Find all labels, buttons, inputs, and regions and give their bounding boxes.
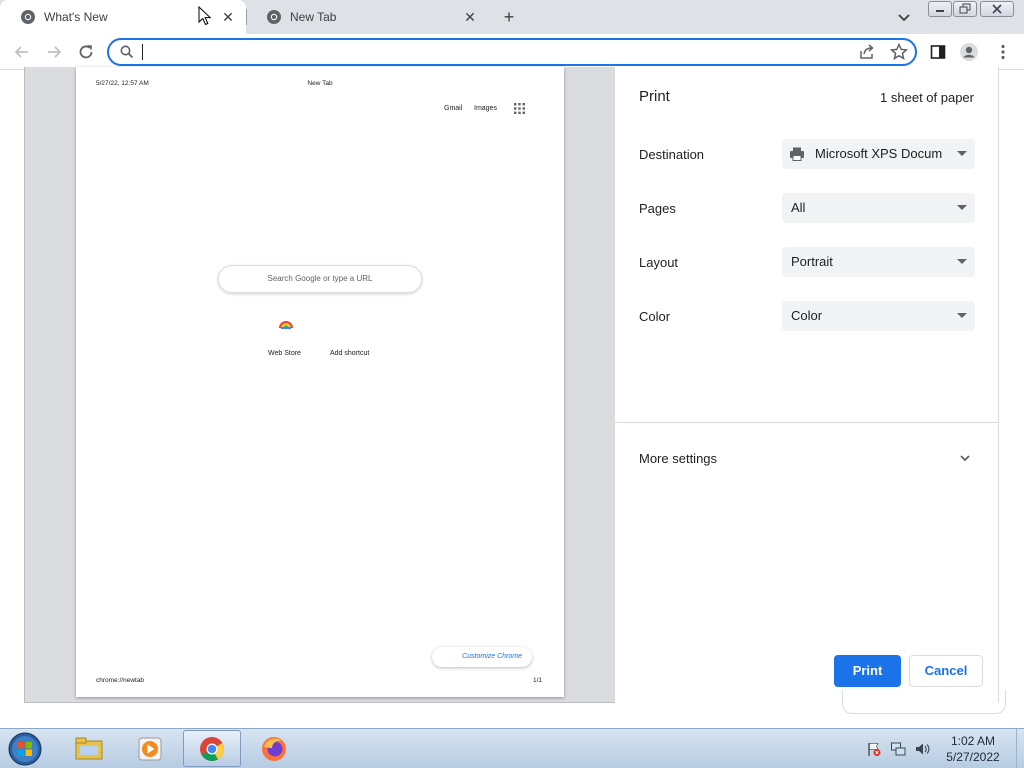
- dropdown-arrow-icon: [957, 259, 967, 264]
- color-select[interactable]: Color: [782, 301, 975, 331]
- destination-value: Microsoft XPS Docum: [815, 146, 943, 161]
- windows-taskbar: 1:02 AM 5/27/2022: [0, 728, 1024, 768]
- destination-select[interactable]: Microsoft XPS Docum: [782, 139, 975, 169]
- close-tab-icon[interactable]: ✕: [220, 9, 236, 25]
- layout-value: Portrait: [791, 254, 833, 269]
- chevron-down-icon: [960, 455, 970, 462]
- print-button[interactable]: Print: [834, 655, 901, 687]
- side-panel-icon[interactable]: [928, 42, 948, 62]
- pages-label: Pages: [639, 201, 676, 216]
- profile-avatar-icon[interactable]: [959, 42, 979, 62]
- firefox-icon: [262, 736, 286, 761]
- action-center-flag-icon[interactable]: [866, 741, 882, 757]
- tab-new-tab[interactable]: New Tab ✕: [246, 0, 488, 34]
- dropdown-arrow-icon: [957, 313, 967, 318]
- kebab-menu-icon[interactable]: [993, 42, 1013, 62]
- preview-header-date: 5/27/22, 12:57 AM: [96, 80, 149, 87]
- media-player-icon: [138, 737, 162, 760]
- print-preview-area: 5/27/22, 12:57 AM New Tab Gmail Images S…: [24, 67, 615, 703]
- printer-icon: [790, 147, 804, 161]
- window-restore-button[interactable]: [953, 1, 977, 17]
- divider: [615, 422, 999, 423]
- destination-label: Destination: [639, 147, 705, 162]
- volume-speaker-icon[interactable]: [914, 741, 930, 757]
- preview-footer-page-number: 1/1: [533, 677, 543, 684]
- close-tab-icon[interactable]: ✕: [462, 9, 478, 25]
- windows-start-orb-icon[interactable]: [4, 730, 46, 768]
- close-window-icon: [992, 4, 1002, 14]
- print-title: Print: [639, 88, 670, 105]
- file-explorer-icon: [75, 737, 103, 759]
- layout-select[interactable]: Portrait: [782, 247, 975, 277]
- tab-title: New Tab: [290, 10, 337, 24]
- color-value: Color: [791, 308, 823, 323]
- pages-value: All: [791, 200, 806, 215]
- color-label: Color: [639, 309, 671, 324]
- preview-images-link: Images: [474, 105, 497, 112]
- tab-title: What's New: [44, 10, 108, 24]
- address-input[interactable]: [141, 42, 821, 62]
- cancel-button[interactable]: Cancel: [909, 655, 983, 687]
- page-content: 5/27/22, 12:57 AM New Tab Gmail Images S…: [0, 67, 1024, 728]
- taskbar-media-player[interactable]: [121, 730, 179, 767]
- clock-date[interactable]: 5/27/2022: [930, 750, 1016, 764]
- restore-icon: [959, 3, 971, 14]
- clock-time[interactable]: 1:02 AM: [930, 734, 1016, 748]
- text-caret: [142, 44, 143, 60]
- apps-grid-icon: [514, 103, 525, 114]
- search-icon: [120, 45, 134, 59]
- taskbar-chrome[interactable]: [183, 730, 241, 767]
- tab-strip: What's New ✕ New Tab ✕ +: [0, 0, 1024, 34]
- background-popup-outline: [842, 690, 1006, 714]
- webstore-icon: [279, 321, 293, 329]
- tab-search-chevron-icon[interactable]: [895, 8, 913, 26]
- layout-label: Layout: [639, 255, 679, 270]
- show-desktop-button[interactable]: [1016, 729, 1024, 768]
- chrome-icon: [200, 736, 224, 761]
- window-close-button[interactable]: [980, 1, 1014, 17]
- back-arrow-icon[interactable]: [12, 42, 32, 62]
- sheet-count: 1 sheet of paper: [880, 90, 974, 105]
- network-icon[interactable]: [890, 741, 906, 757]
- preview-page: 5/27/22, 12:57 AM New Tab Gmail Images S…: [76, 67, 564, 697]
- minimize-icon: [936, 10, 944, 12]
- pages-select[interactable]: All: [782, 193, 975, 223]
- shortcut-label: Add shortcut: [330, 350, 370, 357]
- dropdown-arrow-icon: [957, 205, 967, 210]
- dropdown-arrow-icon: [957, 151, 967, 156]
- preview-gmail-link: Gmail: [444, 105, 463, 112]
- shortcut-label: Web Store: [268, 350, 301, 357]
- chrome-favicon-icon: [267, 10, 281, 24]
- share-icon[interactable]: [857, 42, 877, 62]
- browser-toolbar: [0, 34, 1024, 70]
- mouse-pointer-icon: [198, 6, 212, 26]
- preview-footer-url: chrome://newtab: [96, 677, 145, 684]
- omnibox[interactable]: [107, 38, 917, 66]
- taskbar-file-explorer[interactable]: [60, 730, 118, 767]
- print-settings-panel: Print 1 sheet of paper Destination Micro…: [615, 67, 999, 703]
- forward-arrow-icon[interactable]: [44, 42, 64, 62]
- window-minimize-button[interactable]: [928, 1, 952, 17]
- preview-customize-button: Customize Chrome: [432, 647, 532, 667]
- preview-header-title: New Tab: [307, 80, 333, 87]
- new-tab-button[interactable]: +: [498, 6, 520, 28]
- more-settings-label: More settings: [639, 451, 718, 466]
- taskbar-firefox[interactable]: [245, 730, 303, 767]
- reload-icon[interactable]: [76, 42, 96, 62]
- chrome-favicon-icon: [21, 10, 35, 24]
- more-settings-toggle[interactable]: More settings: [615, 441, 999, 475]
- bookmark-star-icon[interactable]: [889, 42, 909, 62]
- preview-search-box: Search Google or type a URL: [218, 265, 422, 293]
